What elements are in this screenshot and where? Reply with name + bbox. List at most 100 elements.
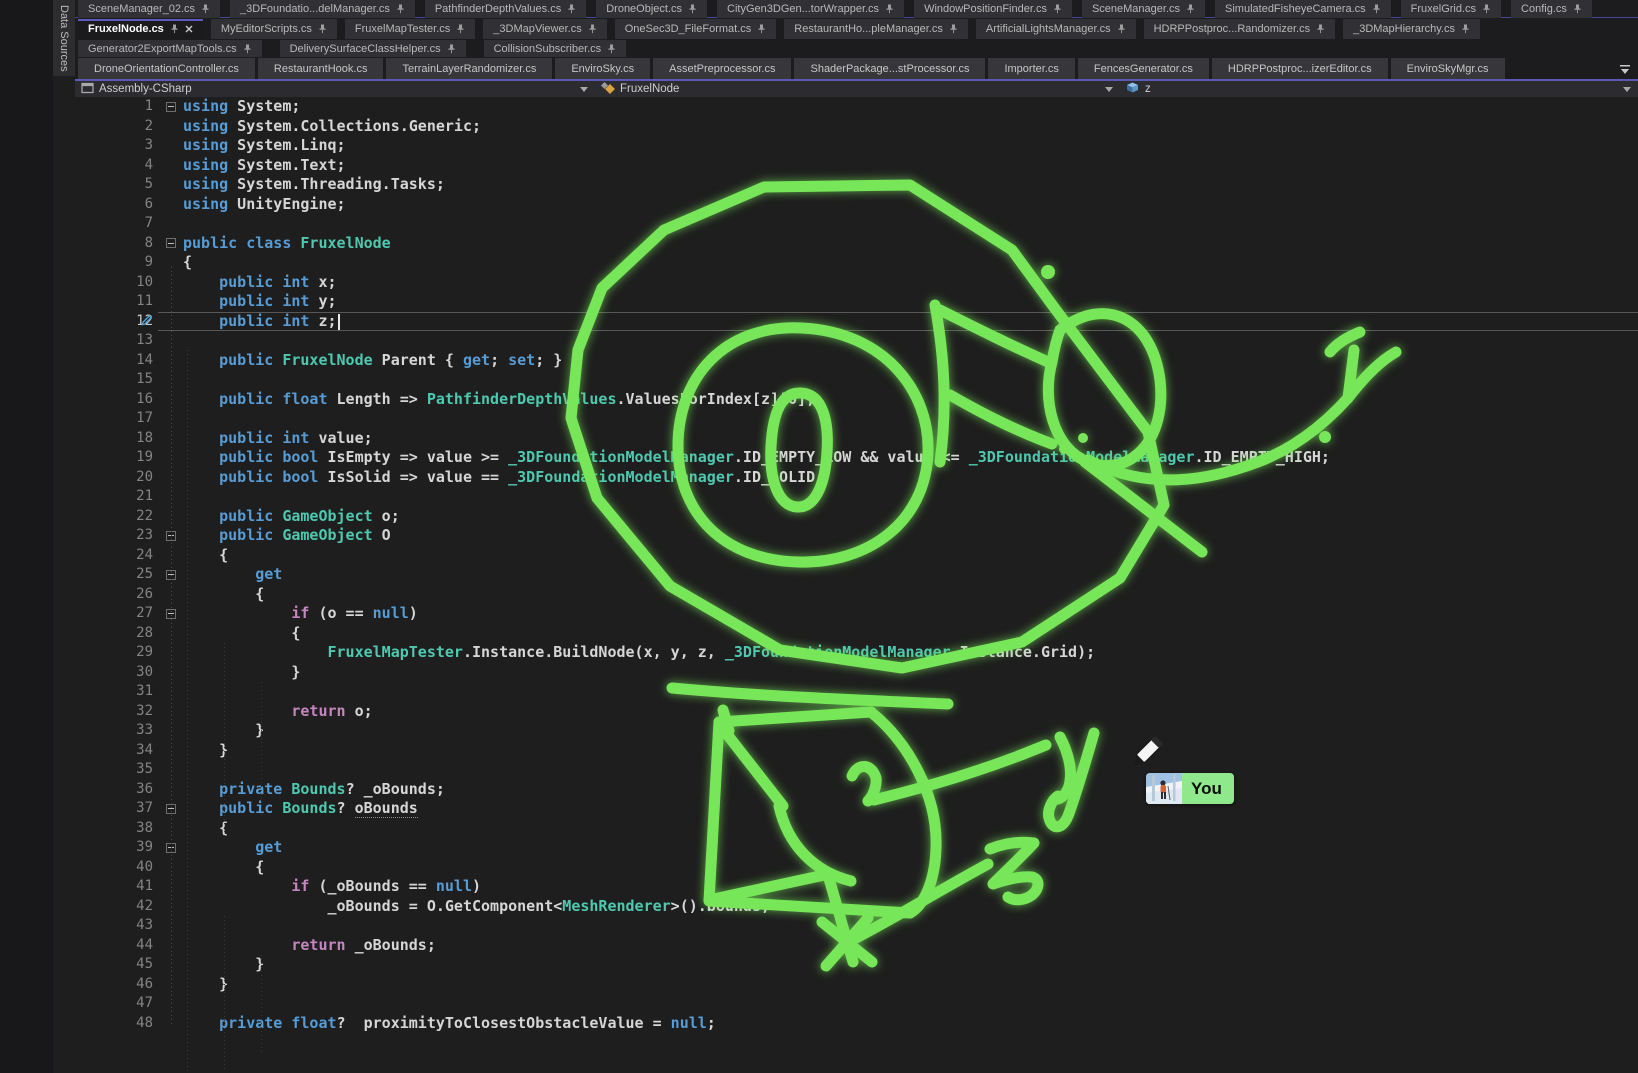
pin-icon[interactable] [588, 24, 597, 34]
tab-myeditorscripts-cs[interactable]: MyEditorScripts.cs [211, 19, 337, 39]
tab-onesec3d-fileformat-cs[interactable]: OneSec3D_FileFormat.cs [615, 19, 777, 39]
line-number: 47 [75, 994, 153, 1014]
code-line: { [183, 546, 1330, 566]
tab-hdrppostproc-izereditor-cs[interactable]: HDRPPostproc...izerEditor.cs [1212, 58, 1388, 79]
tab-label: _3DMapViewer.cs [493, 23, 581, 35]
tab-fruxelnode-cs[interactable]: FruxelNode.cs [78, 19, 203, 39]
pin-icon[interactable] [688, 4, 697, 14]
tab-artificiallightsmanager-cs[interactable]: ArtificialLightsManager.cs [976, 19, 1136, 39]
line-number: 3 [75, 136, 153, 156]
tab-deliverysurfaceclasshelper-cs[interactable]: DeliverySurfaceClassHelper.cs [280, 40, 466, 57]
tab-citygen3dgen-torwrapper-cs[interactable]: CityGen3DGen...torWrapper.cs [717, 0, 904, 18]
tab-importer-cs[interactable]: Importer.cs [988, 58, 1074, 79]
tab-generator2exportmaptools-cs[interactable]: Generator2ExportMapTools.cs [78, 40, 262, 57]
pin-icon[interactable] [1461, 24, 1470, 34]
pin-icon[interactable] [318, 24, 327, 34]
line-number: 21 [75, 487, 153, 507]
tab--3dmapviewer-cs[interactable]: _3DMapViewer.cs [483, 19, 606, 39]
tab-pathfinderdepthvalues-cs[interactable]: PathfinderDepthValues.cs [425, 0, 586, 18]
tab-label: FencesGenerator.cs [1094, 63, 1193, 75]
member-dropdown-arrow[interactable] [1105, 81, 1113, 97]
project-dropdown-arrow[interactable] [580, 81, 588, 97]
tab-collisionsubscriber-cs[interactable]: CollisionSubscriber.cs [484, 40, 627, 57]
tab-droneobject-cs[interactable]: DroneObject.cs [596, 0, 707, 18]
tab-droneorientationcontroller-cs[interactable]: DroneOrientationController.cs [78, 58, 255, 79]
tab-restauranthook-cs[interactable]: RestaurantHook.cs [258, 58, 384, 79]
fold-guide-line [171, 267, 172, 1027]
navbar-right-arrow[interactable] [1623, 81, 1631, 97]
line-number: 41 [75, 877, 153, 897]
tab-overflow-icon[interactable] [1618, 62, 1632, 76]
line-number: 22 [75, 507, 153, 527]
line-number: 11 [75, 292, 153, 312]
line-number: 33 [75, 721, 153, 741]
type-dropdown[interactable]: FruxelNode [601, 81, 679, 97]
member-dropdown[interactable]: z [1125, 81, 1151, 97]
tab-windowpositionfinder-cs[interactable]: WindowPositionFinder.cs [914, 0, 1072, 18]
tab--3dfoundatio-delmanager-cs[interactable]: _3DFoundatio...delManager.cs [230, 0, 415, 18]
tab-config-cs[interactable]: Config.cs [1511, 0, 1592, 18]
pin-icon[interactable] [949, 24, 958, 34]
pin-icon[interactable] [1186, 4, 1195, 14]
tab-terrainlayerrandomizer-cs[interactable]: TerrainLayerRandomizer.cs [386, 58, 552, 79]
code-line: public bool IsSolid => value == _3DFound… [183, 468, 1330, 488]
tab-label: _3DMapHierarchy.cs [1353, 23, 1455, 35]
class-icon [601, 82, 615, 97]
pin-icon[interactable] [1316, 24, 1325, 34]
code-line [183, 370, 1330, 390]
close-icon[interactable] [185, 25, 193, 33]
tab-label: OneSec3D_FileFormat.cs [625, 23, 752, 35]
data-sources-vertical-tab[interactable]: Data Sources [53, 0, 76, 76]
edit-pencil-icon [141, 313, 153, 331]
pin-icon[interactable] [1053, 4, 1062, 14]
line-number: 43 [75, 916, 153, 936]
tab-label: RestaurantHook.cs [274, 63, 368, 75]
tab-fencesgenerator-cs[interactable]: FencesGenerator.cs [1078, 58, 1209, 79]
tab-restaurantho-plemanager-cs[interactable]: RestaurantHo...pleManager.cs [784, 19, 968, 39]
pin-icon[interactable] [567, 4, 576, 14]
line-number: 7 [75, 214, 153, 234]
tab-label: _3DFoundatio...delManager.cs [240, 3, 390, 15]
pin-icon[interactable] [243, 44, 252, 54]
tab-enviroskymgr-cs[interactable]: EnviroSkyMgr.cs [1391, 58, 1505, 79]
tab-envirosky-cs[interactable]: EnviroSky.cs [555, 58, 650, 79]
line-number: 48 [75, 1014, 153, 1034]
pin-icon[interactable] [607, 44, 616, 54]
project-dropdown[interactable]: Assembly-CSharp [81, 81, 192, 97]
tab-assetpreprocessor-cs[interactable]: AssetPreprocessor.cs [653, 58, 791, 79]
presenter-name-label: You [1182, 779, 1234, 799]
line-number: 46 [75, 975, 153, 995]
pin-icon[interactable] [885, 4, 894, 14]
tab-scenemanager-02-cs[interactable]: SceneManager_02.cs [78, 0, 220, 18]
tab-scenemanager-cs[interactable]: SceneManager.cs [1082, 0, 1205, 18]
tab-label: CityGen3DGen...torWrapper.cs [727, 3, 879, 15]
tab-label: SceneManager.cs [1092, 3, 1180, 15]
pin-icon[interactable] [170, 24, 179, 34]
tab-shaderpackage-stprocessor-cs[interactable]: ShaderPackage...stProcessor.cs [794, 58, 985, 79]
tab-fruxelgrid-cs[interactable]: FruxelGrid.cs [1401, 0, 1501, 18]
code-line [183, 487, 1330, 507]
tab-label: TerrainLayerRandomizer.cs [402, 63, 536, 75]
pin-icon[interactable] [1117, 24, 1126, 34]
line-number: 19 [75, 448, 153, 468]
code-content: using System;using System.Collections.Ge… [183, 97, 1330, 1033]
pin-icon[interactable] [201, 4, 210, 14]
tab-hdrppostproc-randomizer-cs[interactable]: HDRPPostproc...Randomizer.cs [1144, 19, 1336, 39]
pin-icon[interactable] [447, 44, 456, 54]
line-number: 28 [75, 624, 153, 644]
fold-marker-icon[interactable] [166, 102, 176, 112]
tab-simulatedfisheyecamera-cs[interactable]: SimulatedFisheyeCamera.cs [1215, 0, 1391, 18]
pin-icon[interactable] [1372, 4, 1381, 14]
tab--3dmaphierarchy-cs[interactable]: _3DMapHierarchy.cs [1343, 19, 1480, 39]
pin-icon[interactable] [396, 4, 405, 14]
pin-icon[interactable] [456, 24, 465, 34]
fold-marker-icon[interactable] [166, 238, 176, 248]
pin-icon[interactable] [1573, 4, 1582, 14]
pin-icon[interactable] [1482, 4, 1491, 14]
tab-fruxelmaptester-cs[interactable]: FruxelMapTester.cs [345, 19, 475, 39]
code-editor[interactable]: 1234567891011121314151617181920212223242… [75, 97, 1638, 1073]
code-line: } [183, 741, 1330, 761]
pin-icon[interactable] [757, 24, 766, 34]
code-line: get [183, 838, 1330, 858]
code-line: using System.Text; [183, 156, 1330, 176]
